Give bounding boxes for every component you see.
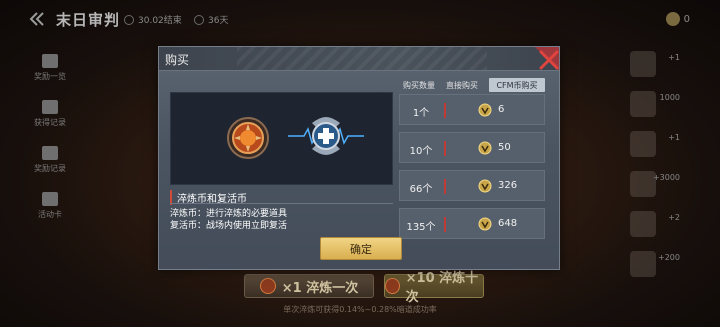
tools-icon (42, 100, 58, 114)
reward-value: +2 (668, 213, 680, 222)
revive-coin-icon (288, 117, 364, 155)
card-icon (42, 192, 58, 206)
option-separator (444, 179, 446, 194)
cfm-coin-icon (478, 217, 492, 231)
reward-item[interactable]: +200 (620, 245, 680, 285)
reward-thumb (630, 211, 656, 237)
reward-item[interactable]: +3000 (620, 165, 680, 205)
reward-value: 1000 (659, 93, 680, 102)
divider (170, 203, 393, 204)
reward-thumb (630, 251, 656, 277)
draw-once-label: ×1 淬炼一次 (281, 280, 359, 296)
purchase-tabs: 购买数量 直接购买 CFM币购买 (399, 78, 551, 92)
confirm-button[interactable]: 确定 (320, 237, 402, 260)
back-icon[interactable] (28, 10, 46, 28)
menu-item-history[interactable]: 奖励记录 (28, 137, 72, 183)
menu-item-card[interactable]: 活动卡 (28, 183, 72, 229)
clock-icon (124, 14, 134, 25)
bottom-note: 单次淬炼可获得0.14%~0.28%暗道成功率 (283, 305, 437, 314)
option-quantity: 135个 (406, 222, 436, 233)
menu-label: 活动卡 (38, 210, 62, 219)
purchase-option[interactable]: 10个 50 (399, 132, 545, 163)
reward-item[interactable]: 1000 (620, 85, 680, 125)
option-price: 326 (498, 180, 518, 191)
reward-thumb (630, 51, 656, 77)
draw-once-button[interactable]: ×1 淬炼一次 (244, 274, 374, 298)
close-icon[interactable] (538, 49, 560, 71)
menu-item-rewards[interactable]: 奖励一览 (28, 45, 72, 91)
draw-ten-label: ×10 淬炼十次 (405, 271, 479, 305)
reward-value: +1 (668, 53, 680, 62)
menu-label: 奖励记录 (34, 164, 66, 173)
purchase-options: 1个 6 10个 50 66个 326 135个 648 (399, 94, 545, 246)
option-quantity: 10个 (409, 146, 433, 157)
tab-direct-buy[interactable]: 直接购买 (439, 78, 485, 92)
gift-icon (42, 54, 58, 68)
end-date-info: 30.02结束 (124, 13, 182, 26)
cfm-coin-icon (478, 141, 492, 155)
option-price: 6 (498, 104, 505, 115)
reward-item[interactable]: +1 (620, 45, 680, 85)
tab-cfm-buy[interactable]: CFM币购买 (489, 78, 545, 92)
description-line: 复活币：战场内使用立即复活 (170, 221, 288, 231)
option-separator (444, 103, 446, 118)
page-title: 末日审判 (56, 11, 121, 29)
coin-icon (665, 12, 680, 26)
option-separator (444, 141, 446, 156)
reward-item[interactable]: +1 (620, 125, 680, 165)
coin-counter: 0 (665, 12, 690, 26)
quench-coin-small-icon (385, 278, 400, 294)
option-quantity: 1个 (412, 108, 430, 119)
option-quantity: 66个 (409, 184, 433, 195)
purchase-dialog: 购买 淬炼币和复活币 淬炼币：进行淬炼的必要道具 复活币：战场内使用立即复活 购… (158, 46, 560, 270)
quench-coin-small-icon (259, 278, 276, 294)
list-icon (42, 146, 58, 160)
days-text: 36天 (208, 16, 229, 26)
option-separator (444, 217, 446, 232)
header-stripes (237, 47, 487, 70)
draw-ten-button[interactable]: ×10 淬炼十次 (384, 271, 484, 305)
tab-quantity: 购买数量 (403, 80, 435, 90)
reward-thumb (630, 91, 656, 117)
reward-value: +1 (668, 133, 680, 142)
left-menu: 奖励一览 获得记录 奖励记录 活动卡 (28, 45, 72, 229)
reward-value: +3000 (652, 173, 680, 182)
cfm-coin-icon (478, 179, 492, 193)
reward-value: +200 (658, 253, 680, 262)
reward-thumb (630, 131, 656, 157)
purchase-option[interactable]: 1个 6 (399, 94, 545, 125)
dialog-header: 购买 (159, 47, 559, 71)
reward-item[interactable]: +2 (620, 205, 680, 245)
dialog-title: 购买 (165, 53, 190, 67)
menu-label: 获得记录 (34, 118, 66, 127)
purchase-option[interactable]: 66个 326 (399, 170, 545, 201)
end-date-text: 30.02结束 (138, 16, 182, 26)
menu-item-records[interactable]: 获得记录 (28, 91, 72, 137)
purchase-option[interactable]: 135个 648 (399, 208, 545, 239)
timer-icon (194, 14, 204, 25)
option-price: 50 (498, 142, 511, 153)
reward-column: +1 1000 +1 +3000 +2 +200 (620, 45, 680, 285)
days-info: 36天 (194, 13, 228, 26)
menu-label: 奖励一览 (34, 72, 66, 81)
coin-count: 0 (683, 13, 690, 25)
top-bar: 末日审判 30.02结束 36天 0 (0, 0, 720, 40)
option-price: 648 (498, 218, 518, 229)
cfm-coin-icon (478, 103, 492, 117)
product-image-panel (170, 92, 393, 185)
quench-coin-icon (227, 117, 269, 159)
